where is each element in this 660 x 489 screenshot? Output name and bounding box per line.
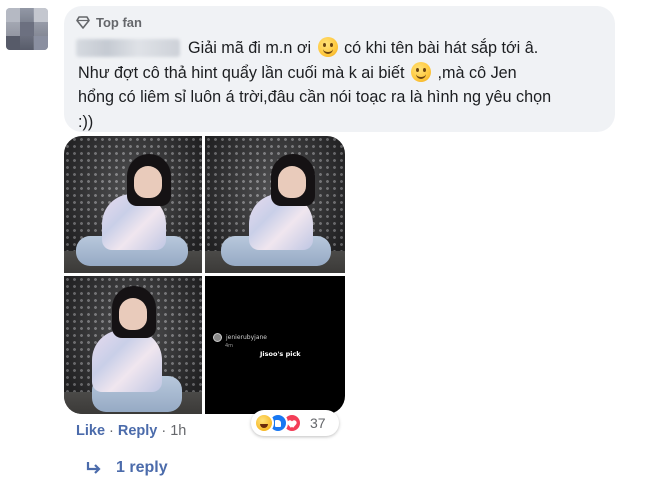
story-screenshot-tile: jenierubyjane 4m Jisoo's pick bbox=[205, 276, 345, 414]
top-fan-label: Top fan bbox=[96, 15, 142, 30]
reply-link[interactable]: Reply bbox=[118, 423, 158, 439]
photo-tile bbox=[64, 276, 202, 414]
slightly-smiling-face-icon bbox=[317, 37, 338, 57]
diamond-icon bbox=[76, 16, 90, 29]
haha-icon bbox=[254, 413, 274, 433]
commenter-avatar[interactable] bbox=[6, 8, 48, 50]
story-caption: Jisoo's pick bbox=[260, 350, 301, 358]
comment-text: Giải mã đi m.n ơi có khi tên bài hát sắp… bbox=[78, 36, 608, 134]
comment-actions: Like · Reply · 1h bbox=[76, 423, 186, 439]
story-header: jenierubyjane bbox=[213, 333, 267, 342]
comment-attachment-image[interactable]: jenierubyjane 4m Jisoo's pick bbox=[64, 136, 345, 414]
view-replies-link[interactable]: 1 reply bbox=[86, 459, 168, 477]
comment-bubble: Top fan Giải mã đi m.n ơi có khi tên bài… bbox=[64, 6, 615, 132]
reply-arrow-icon bbox=[86, 462, 101, 474]
story-username: jenierubyjane bbox=[226, 334, 267, 341]
comment-text-part: ,mà cô Jen bbox=[437, 63, 517, 82]
comment-text-part: có khi tên bài hát sắp tới â. bbox=[344, 39, 539, 57]
view-replies-label: 1 reply bbox=[116, 459, 168, 476]
comment-text-part: hổng có liêm sỉ luôn á trời,đâu cần nói … bbox=[78, 88, 552, 106]
separator: · bbox=[161, 423, 167, 439]
comment-text-part: Như đợt cô thả hint quẩy lần cuối mà k a… bbox=[78, 63, 405, 82]
story-avatar bbox=[213, 333, 222, 342]
comment-timestamp[interactable]: 1h bbox=[170, 423, 186, 439]
top-fan-badge: Top fan bbox=[76, 15, 142, 30]
photo-tile bbox=[64, 136, 202, 273]
photo-tile bbox=[205, 136, 345, 273]
reaction-count: 37 bbox=[310, 415, 326, 431]
like-link[interactable]: Like bbox=[76, 423, 105, 439]
separator: · bbox=[109, 423, 114, 439]
reactions-summary[interactable]: 37 bbox=[251, 410, 339, 436]
story-subtext: 4m bbox=[225, 343, 234, 349]
comment-text-part: :)) bbox=[78, 112, 94, 131]
slightly-smiling-face-icon bbox=[411, 61, 431, 82]
comment-text-part: Giải mã đi m.n ơi bbox=[188, 39, 312, 57]
